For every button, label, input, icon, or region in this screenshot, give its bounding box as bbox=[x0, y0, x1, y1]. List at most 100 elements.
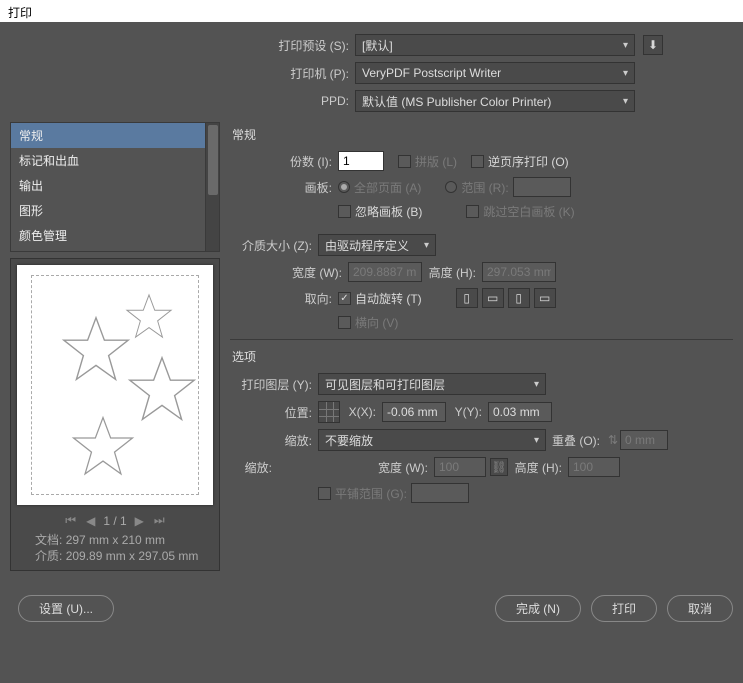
height-label: 高度 (H): bbox=[422, 264, 482, 281]
h2-input bbox=[568, 457, 620, 477]
x-label: X(X): bbox=[346, 405, 382, 419]
preset-select[interactable]: [默认] ▾ bbox=[355, 34, 635, 56]
printer-value: VeryPDF Postscript Writer bbox=[362, 66, 501, 80]
side-item-marks[interactable]: 标记和出血 bbox=[11, 148, 219, 173]
general-heading: 常规 bbox=[232, 126, 733, 143]
scrollbar[interactable] bbox=[205, 123, 219, 251]
media-size-value: 由驱动程序定义 bbox=[325, 237, 409, 254]
preview-panel: ⏮ ◀ 1 / 1 ▶ ⏭ 文档: 297 mm x 210 mm 介质: 20… bbox=[10, 258, 220, 571]
reverse-checkbox[interactable] bbox=[471, 155, 484, 168]
overlap-input bbox=[620, 430, 668, 450]
copies-input[interactable] bbox=[338, 151, 384, 171]
y-input[interactable] bbox=[488, 402, 552, 422]
divider bbox=[230, 339, 733, 340]
landscape-right-icon[interactable]: ▭ bbox=[534, 288, 556, 308]
skip-blank-label: 跳过空白画板 (K) bbox=[483, 203, 574, 220]
h2-label: 高度 (H): bbox=[512, 459, 568, 476]
media-value: 209.89 mm x 297.05 mm bbox=[66, 549, 199, 563]
bottom-bar: 设置 (U)... 完成 (N) 打印 取消 bbox=[0, 581, 743, 636]
chevron-down-icon: ▾ bbox=[623, 40, 628, 51]
overlap-label: 重叠 (O): bbox=[546, 432, 606, 449]
width-label: 宽度 (W): bbox=[230, 264, 348, 281]
side-item-general[interactable]: 常规 bbox=[11, 123, 219, 148]
tile-checkbox bbox=[318, 487, 331, 500]
range-label: 范围 (R): bbox=[461, 179, 508, 196]
dialog-title: 打印 bbox=[8, 6, 32, 20]
star-icon bbox=[71, 415, 135, 479]
preview-nav: ⏮ ◀ 1 / 1 ▶ ⏭ bbox=[17, 513, 213, 528]
category-list[interactable]: 常规 标记和出血 输出 图形 颜色管理 bbox=[10, 122, 220, 252]
w2-label: 宽度 (W): bbox=[378, 459, 434, 476]
media-size-label: 介质大小 (Z): bbox=[230, 237, 318, 254]
artboard-label: 画板: bbox=[230, 179, 338, 196]
landscape-left-icon[interactable]: ▭ bbox=[482, 288, 504, 308]
scaling-value: 不要缩放 bbox=[325, 432, 373, 449]
first-page-icon[interactable]: ⏮ bbox=[63, 513, 78, 528]
scrollbar-thumb[interactable] bbox=[208, 125, 218, 195]
next-page-icon[interactable]: ▶ bbox=[133, 514, 146, 528]
printer-label: 打印机 (P): bbox=[10, 65, 355, 82]
setup-button[interactable]: 设置 (U)... bbox=[18, 595, 114, 622]
y-label: Y(Y): bbox=[446, 405, 488, 419]
all-pages-label: 全部页面 (A) bbox=[354, 179, 421, 196]
save-preset-icon[interactable]: ⬇ bbox=[643, 35, 663, 55]
options-heading: 选项 bbox=[232, 348, 733, 365]
scaling-select[interactable]: 不要缩放 ▾ bbox=[318, 429, 546, 451]
titlebar: 打印 bbox=[0, 0, 743, 22]
scale2-label: 缩放: bbox=[230, 459, 278, 476]
chevron-down-icon: ▾ bbox=[424, 240, 429, 251]
done-button[interactable]: 完成 (N) bbox=[495, 595, 581, 622]
preset-value: [默认] bbox=[362, 37, 393, 54]
width-input bbox=[348, 262, 422, 282]
doc-value: 297 mm x 210 mm bbox=[66, 533, 165, 547]
reverse-label: 逆页序打印 (O) bbox=[488, 153, 569, 170]
preset-label: 打印预设 (S): bbox=[10, 37, 355, 54]
position-label: 位置: bbox=[230, 404, 318, 421]
orientation-label: 取向: bbox=[230, 290, 338, 307]
auto-rotate-label: 自动旋转 (T) bbox=[355, 290, 422, 307]
side-item-color[interactable]: 颜色管理 bbox=[11, 223, 219, 248]
print-layers-label: 打印图层 (Y): bbox=[230, 376, 318, 393]
stepper-icon: ⇅ bbox=[606, 433, 620, 447]
chevron-down-icon: ▾ bbox=[534, 379, 539, 390]
height-input bbox=[482, 262, 556, 282]
ppd-select[interactable]: 默认值 (MS Publisher Color Printer) ▾ bbox=[355, 90, 635, 112]
star-icon bbox=[125, 293, 173, 341]
chevron-down-icon: ▾ bbox=[623, 96, 628, 107]
chevron-down-icon: ▾ bbox=[623, 68, 628, 79]
tile-label: 平铺范围 (G): bbox=[335, 485, 407, 502]
media-size-select[interactable]: 由驱动程序定义 ▾ bbox=[318, 234, 436, 256]
all-pages-radio bbox=[338, 181, 350, 193]
last-page-icon[interactable]: ⏭ bbox=[152, 513, 167, 528]
print-button[interactable]: 打印 bbox=[591, 595, 657, 622]
position-grid-icon[interactable] bbox=[318, 401, 340, 423]
landscape-checkbox bbox=[338, 316, 351, 329]
print-layers-select[interactable]: 可见图层和可打印图层 ▾ bbox=[318, 373, 546, 395]
collate-label: 拼版 (L) bbox=[415, 153, 457, 170]
ignore-artboards-label: 忽略画板 (B) bbox=[355, 203, 422, 220]
side-item-graphics[interactable]: 图形 bbox=[11, 198, 219, 223]
print-layers-value: 可见图层和可打印图层 bbox=[325, 376, 445, 393]
auto-rotate-checkbox[interactable] bbox=[338, 292, 351, 305]
ppd-label: PPD: bbox=[10, 94, 355, 108]
star-icon bbox=[61, 315, 131, 385]
collate-checkbox bbox=[398, 155, 411, 168]
portrait-up-icon[interactable]: ▯ bbox=[456, 288, 478, 308]
printer-select[interactable]: VeryPDF Postscript Writer ▾ bbox=[355, 62, 635, 84]
skip-blank-checkbox bbox=[466, 205, 479, 218]
chevron-down-icon: ▾ bbox=[534, 435, 539, 446]
portrait-down-icon[interactable]: ▯ bbox=[508, 288, 530, 308]
prev-page-icon[interactable]: ◀ bbox=[84, 514, 97, 528]
preview-page bbox=[17, 265, 213, 505]
x-input[interactable] bbox=[382, 402, 446, 422]
w2-input bbox=[434, 457, 486, 477]
print-dialog: 打印预设 (S): [默认] ▾ ⬇ 打印机 (P): VeryPDF Post… bbox=[0, 22, 743, 581]
cancel-button[interactable]: 取消 bbox=[667, 595, 733, 622]
doc-label: 文档: bbox=[35, 533, 62, 547]
ignore-artboards-checkbox[interactable] bbox=[338, 205, 351, 218]
range-radio bbox=[445, 181, 457, 193]
tile-input bbox=[411, 483, 469, 503]
side-item-output[interactable]: 输出 bbox=[11, 173, 219, 198]
landscape-label: 横向 (V) bbox=[355, 314, 398, 331]
range-input bbox=[513, 177, 571, 197]
